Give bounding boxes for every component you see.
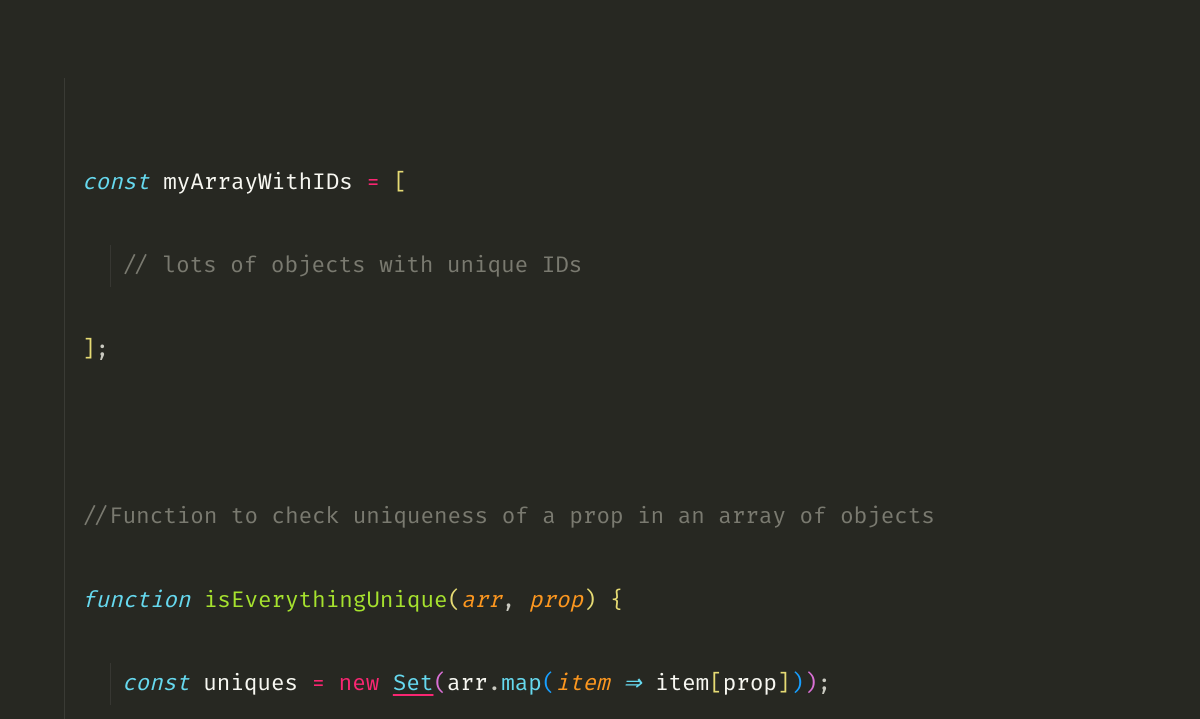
code-line: const uniques = new Set(arr.map(item ⇒ i…	[64, 663, 1200, 705]
identifier: arr	[447, 670, 488, 697]
bracket-close: ]	[82, 336, 96, 363]
identifier: item	[655, 670, 709, 697]
dot: .	[488, 670, 502, 697]
identifier: uniques	[203, 670, 298, 697]
param: arr	[461, 587, 502, 614]
keyword-new: new	[339, 670, 380, 697]
comma: ,	[502, 587, 516, 614]
code-line: //Function to check uniqueness of a prop…	[64, 496, 1200, 538]
comment: // lots of objects with unique IDs	[122, 252, 582, 279]
code-line: const myArrayWithIDs = [	[64, 162, 1200, 204]
bracket-open: [	[709, 670, 723, 697]
operator-eq: =	[366, 169, 380, 196]
code-line: function isEverythingUnique(arr, prop) {	[64, 580, 1200, 622]
comment: //Function to check uniqueness of a prop…	[82, 503, 935, 530]
class-set: Set	[393, 670, 434, 697]
paren-open: (	[448, 587, 462, 614]
identifier: prop	[723, 670, 777, 697]
code-block: const myArrayWithIDs = [ // lots of obje…	[0, 0, 1200, 719]
paren-open: (	[542, 670, 556, 697]
paren-open: (	[433, 670, 447, 697]
bracket-open: [	[393, 169, 407, 196]
operator-eq: =	[312, 670, 326, 697]
paren-close: )	[804, 670, 818, 697]
code-line: ];	[64, 329, 1200, 371]
semicolon: ;	[818, 670, 832, 697]
function-name: isEverythingUnique	[204, 587, 448, 614]
keyword-function: function	[82, 587, 190, 614]
method-map: map	[501, 670, 542, 697]
paren-close: )	[583, 587, 597, 614]
blank-line	[64, 412, 1200, 454]
brace-open: {	[610, 587, 624, 614]
keyword-const: const	[122, 670, 190, 697]
bracket-close: ]	[777, 670, 791, 697]
paren-close: )	[790, 670, 804, 697]
semicolon: ;	[96, 336, 110, 363]
param: prop	[529, 587, 583, 614]
identifier: myArrayWithIDs	[163, 169, 353, 196]
param: item	[555, 670, 609, 697]
code-line: // lots of objects with unique IDs	[64, 245, 1200, 287]
keyword-const: const	[82, 169, 150, 196]
arrow: ⇒	[623, 670, 641, 697]
